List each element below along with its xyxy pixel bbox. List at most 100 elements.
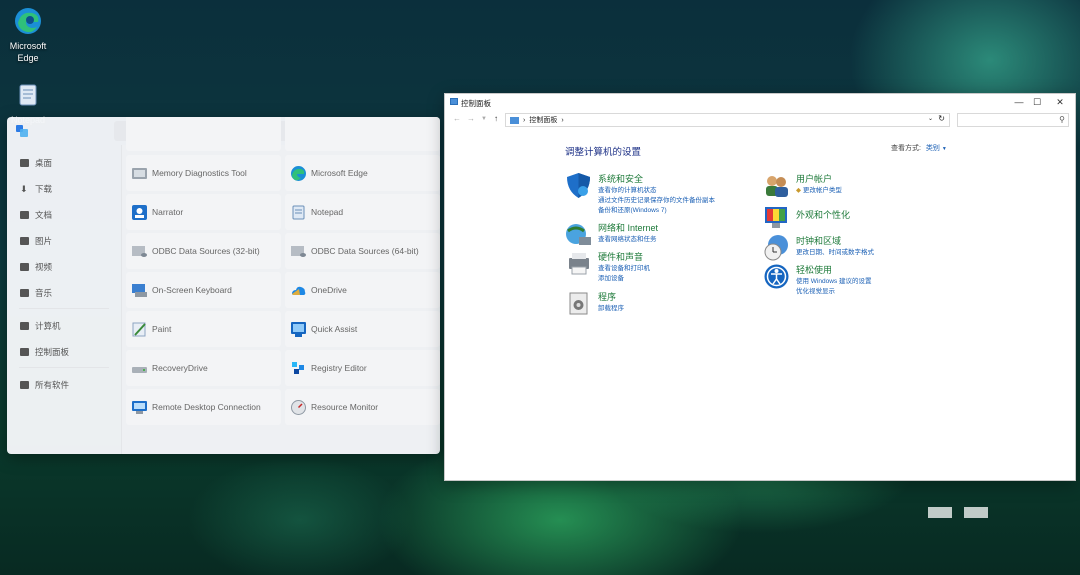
quick-assist-icon <box>290 321 307 338</box>
launcher-logo-icon <box>16 124 28 137</box>
sidebar-divider <box>19 367 109 368</box>
clock-icon <box>763 234 790 261</box>
admin-shield-icon: ◆ <box>796 187 801 194</box>
app-tile-registry-editor[interactable]: Registry Editor <box>285 350 440 386</box>
app-tile-recovery-drive[interactable]: RecoveryDrive <box>126 350 281 386</box>
network-icon <box>565 221 592 248</box>
sidebar-item-control-panel[interactable]: 控制面板 <box>20 344 69 360</box>
sidebar-divider <box>19 308 109 309</box>
category-link[interactable]: 查看你的计算机状态 <box>598 184 657 194</box>
breadcrumb-separator: › <box>523 116 526 124</box>
category-link[interactable]: 使用 Windows 建议的设置 <box>796 275 871 285</box>
shield-icon <box>565 172 592 199</box>
category-link[interactable]: 卸载程序 <box>598 302 624 312</box>
desktop-icon-edge[interactable]: Microsoft Edge <box>0 6 58 64</box>
app-tile-narrator[interactable]: Narrator <box>126 194 281 230</box>
app-tile-odbc-64[interactable]: ODBC Data Sources (64-bit) <box>285 233 440 269</box>
computer-icon <box>20 322 29 330</box>
app-tile-odbc-32[interactable]: ODBC Data Sources (32-bit) <box>126 233 281 269</box>
keyboard-icon <box>131 282 148 299</box>
app-tile-label: Registry Editor <box>311 363 367 373</box>
address-dropdown-icon[interactable]: ⌄ <box>928 115 933 122</box>
app-tile-label: On-Screen Keyboard <box>152 285 232 295</box>
app-tile-remote-desktop[interactable]: Remote Desktop Connection <box>126 389 281 425</box>
sidebar-item-label: 下载 <box>35 184 53 194</box>
category-link[interactable]: 优化视觉显示 <box>796 285 835 295</box>
registry-editor-icon <box>290 360 307 377</box>
view-by-label: 查看方式: <box>891 145 921 152</box>
category-link[interactable]: 更改日期、时间或数字格式 <box>796 246 874 256</box>
sidebar-item-label: 图片 <box>35 236 53 246</box>
odbc-icon <box>131 243 148 260</box>
app-tile-microsoft-edge[interactable]: Microsoft Edge <box>285 155 440 191</box>
forward-arrow-icon[interactable]: → <box>465 114 477 123</box>
watermark-block <box>928 507 952 518</box>
app-tile-label: Microsoft Edge <box>311 168 368 178</box>
sidebar-item-all-apps[interactable]: 所有软件 <box>20 377 69 393</box>
sidebar-item-pictures[interactable]: 图片 <box>20 233 52 249</box>
search-input[interactable]: ⚲ <box>957 113 1069 127</box>
printer-icon <box>565 250 592 277</box>
sidebar-item-label: 桌面 <box>35 158 53 168</box>
sidebar-item-label: 控制面板 <box>35 347 70 357</box>
view-by-dropdown[interactable]: 类别 ▼ <box>926 145 947 152</box>
app-tile-label: RecoveryDrive <box>152 363 208 373</box>
sidebar-item-download[interactable]: ⬇ 下载 <box>20 181 52 197</box>
view-by: 查看方式: 类别 ▼ <box>891 143 947 153</box>
chevron-down-icon: ▼ <box>941 146 947 152</box>
back-arrow-icon[interactable]: ← <box>451 114 463 123</box>
app-tile-label: Narrator <box>152 207 184 217</box>
control-panel-window: 控制面板 — ☐ ✕ ← → ▼ ↑ › 控制面板 › ⌄ ↻ ⚲ 调整计算机的… <box>444 93 1076 481</box>
app-tile-notepad[interactable]: Notepad <box>285 194 440 230</box>
app-tile-partial[interactable] <box>126 117 281 151</box>
category-link[interactable]: 添加设备 <box>598 272 624 282</box>
app-tile-quick-assist[interactable]: Quick Assist <box>285 311 440 347</box>
address-bar[interactable]: › 控制面板 › ⌄ ↻ <box>505 113 950 127</box>
sidebar-item-music[interactable]: 音乐 <box>20 285 52 301</box>
watermark-block <box>964 507 988 518</box>
app-launcher-window: ⚲ ↻ ≡ — ✕ 桌面 ⬇下载 文档 图片 视频 音乐 计算机 控制面板 所有… <box>7 117 440 454</box>
music-icon <box>20 289 29 297</box>
recent-chevron-icon[interactable]: ▼ <box>478 116 490 122</box>
app-tile-memory-diagnostics[interactable]: Memory Diagnostics Tool <box>126 155 281 191</box>
app-tile-label: Quick Assist <box>311 324 358 334</box>
recovery-drive-icon <box>131 360 148 377</box>
remote-desktop-icon <box>131 399 148 416</box>
video-icon <box>20 263 29 271</box>
app-tile-onedrive[interactable]: OneDrive <box>285 272 440 308</box>
sidebar-item-desktop[interactable]: 桌面 <box>20 155 52 171</box>
app-tile-label: ODBC Data Sources (64-bit) <box>311 246 419 256</box>
close-button[interactable]: ✕ <box>1046 96 1074 108</box>
app-tile-paint[interactable]: Paint <box>126 311 281 347</box>
breadcrumb[interactable]: 控制面板 <box>529 115 557 125</box>
category-link[interactable]: ◆ 更改帐户类型 <box>796 184 842 194</box>
app-tile-partial[interactable] <box>285 117 440 151</box>
sidebar-item-computer[interactable]: 计算机 <box>20 318 61 334</box>
control-panel-icon <box>510 116 519 124</box>
category-link[interactable]: 查看设备和打印机 <box>598 262 650 272</box>
document-icon <box>20 211 29 219</box>
refresh-icon[interactable]: ↻ <box>938 114 945 123</box>
window-titlebar: 控制面板 — ☐ ✕ <box>445 94 1075 110</box>
sidebar-item-videos[interactable]: 视频 <box>20 259 52 275</box>
window-title: 控制面板 <box>461 99 491 108</box>
ease-of-access-icon <box>763 263 790 290</box>
app-grid: Memory Diagnostics Tool Microsoft Edge N… <box>122 117 440 454</box>
app-tile-label: Remote Desktop Connection <box>152 402 261 412</box>
up-arrow-icon[interactable]: ↑ <box>490 114 502 123</box>
category-title[interactable]: 外观和个性化 <box>796 208 850 221</box>
app-tile-label: Paint <box>152 324 172 334</box>
category-link[interactable]: 查看网络状态和任务 <box>598 233 657 243</box>
address-row: ← → ▼ ↑ › 控制面板 › ⌄ ↻ ⚲ <box>445 112 1075 128</box>
desktop-icon-label: Microsoft Edge <box>9 41 47 63</box>
launcher-sidebar: 桌面 ⬇ 下载 文档 图片 视频 音乐 计算机 控制面板 所有软件 <box>7 145 117 454</box>
sidebar-item-documents[interactable]: 文档 <box>20 207 52 223</box>
onedrive-icon <box>290 282 307 299</box>
category-link[interactable]: 通过文件历史记录保存你的文件备份副本 <box>598 194 715 204</box>
app-tile-resource-monitor[interactable]: Resource Monitor <box>285 389 440 425</box>
control-panel-icon <box>450 98 458 105</box>
app-tile-on-screen-keyboard[interactable]: On-Screen Keyboard <box>126 272 281 308</box>
users-icon <box>763 172 790 199</box>
category-link[interactable]: 备份和还原(Windows 7) <box>598 204 667 214</box>
app-tile-label: ODBC Data Sources (32-bit) <box>152 246 260 256</box>
